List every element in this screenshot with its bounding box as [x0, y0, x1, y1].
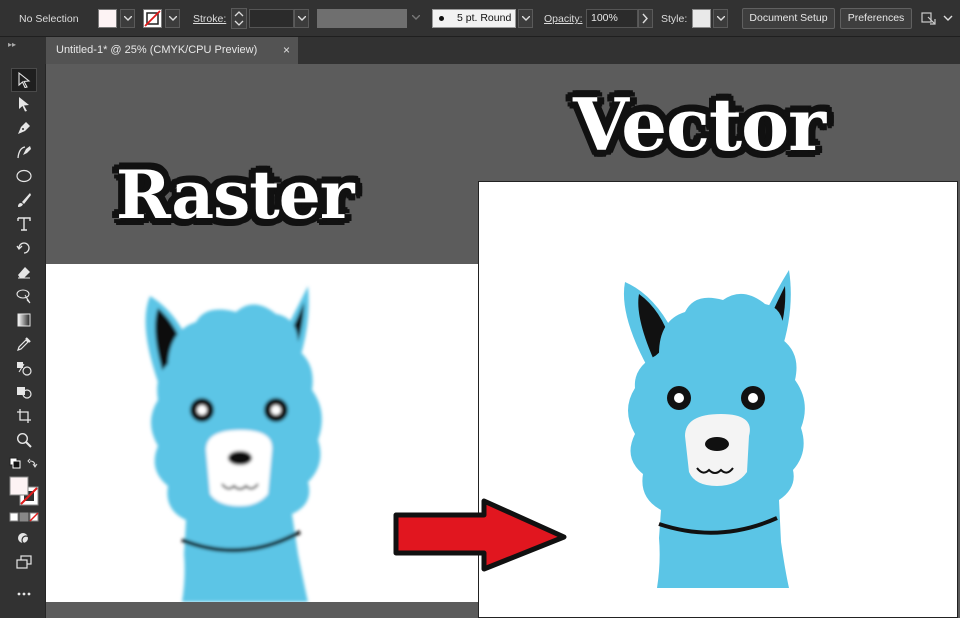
red-arrow-icon	[393, 498, 567, 572]
style-dropdown[interactable]	[713, 9, 728, 28]
pen-tool[interactable]	[11, 116, 37, 140]
stroke-swatch[interactable]	[143, 9, 162, 28]
zoom-tool[interactable]	[11, 428, 37, 452]
chevron-right-icon	[642, 13, 648, 24]
paintbrush-tool[interactable]	[11, 188, 37, 212]
brush-dropdown[interactable]	[518, 9, 533, 28]
pen-tool-icon	[18, 122, 30, 134]
direct-selection-tool-icon	[19, 97, 29, 112]
blend-tool-icon	[17, 362, 32, 376]
swap-fill-stroke-icon	[9, 457, 38, 469]
eyedropper-tool[interactable]	[11, 332, 37, 356]
stroke-weight-dropdown[interactable]	[294, 9, 309, 28]
type-tool-icon	[17, 217, 31, 231]
curvature-tool[interactable]	[11, 140, 37, 164]
eraser-tool[interactable]	[11, 260, 37, 284]
style-label: Style:	[661, 13, 688, 25]
gradient-tool-icon	[17, 313, 31, 327]
eraser-tool-icon	[18, 267, 30, 279]
canvas[interactable]: Raster Vector	[46, 64, 960, 618]
chevron-down-icon	[717, 16, 725, 21]
vector-title: Vector	[573, 82, 826, 167]
brush-definition[interactable]: 5 pt. Round	[432, 9, 516, 28]
more-icon	[17, 592, 31, 596]
type-tool[interactable]	[11, 212, 37, 236]
opacity-label[interactable]: Opacity:	[544, 13, 583, 25]
fill-stroke-indicator[interactable]	[9, 476, 39, 506]
artboard-tool[interactable]	[11, 404, 37, 428]
screen-mode-tool[interactable]	[11, 550, 37, 574]
tools-panel	[0, 64, 46, 618]
eyedropper-tool-icon	[17, 337, 31, 351]
opacity-slider-button[interactable]	[638, 9, 653, 28]
stroke-label: Stroke:	[193, 13, 227, 25]
chevron-down-icon	[124, 16, 132, 21]
fill-dropdown[interactable]	[120, 9, 135, 28]
arrange-documents-button[interactable]	[920, 9, 956, 28]
stroke-dropdown[interactable]	[165, 9, 180, 28]
chevron-down-icon	[412, 15, 420, 20]
ellipse-tool-icon	[16, 169, 32, 183]
drawing-mode-tool[interactable]	[11, 526, 37, 550]
panel-collapse-icon[interactable]: ▸▸	[8, 40, 16, 49]
selection-tool-icon	[18, 72, 31, 88]
zoom-tool-icon	[16, 432, 32, 448]
no-stroke-icon	[144, 10, 161, 27]
shape-builder-tool[interactable]	[11, 380, 37, 404]
stroke-weight-stepper[interactable]	[231, 8, 247, 29]
color-mode-buttons[interactable]	[9, 512, 39, 522]
chevron-down-icon	[298, 16, 306, 21]
fill-stroke-icon	[9, 476, 39, 506]
blend-tool[interactable]	[11, 356, 37, 380]
edit-toolbar-button[interactable]	[11, 582, 37, 606]
stepper-arrows-icon	[234, 11, 244, 26]
raster-title: Raster	[116, 156, 355, 234]
variable-width-dropdown[interactable]	[409, 9, 424, 28]
fill-swatch[interactable]	[98, 9, 117, 28]
ellipse-tool[interactable]	[11, 164, 37, 188]
selection-status: No Selection	[19, 13, 79, 25]
paintbrush-tool-icon	[18, 193, 31, 207]
width-tool[interactable]	[11, 284, 37, 308]
variable-width-profile[interactable]	[317, 9, 407, 28]
screen-mode-icon	[16, 555, 32, 569]
draw-inside-icon	[18, 533, 31, 545]
document-tab-title: Untitled-1* @ 25% (CMYK/CPU Preview)	[56, 44, 258, 56]
preferences-button[interactable]: Preferences	[840, 8, 912, 29]
rotate-tool-icon	[16, 242, 30, 254]
document-setup-button[interactable]: Document Setup	[742, 8, 835, 29]
brush-label: 5 pt. Round	[457, 12, 512, 24]
curvature-tool-icon	[17, 146, 31, 159]
chevron-down-icon	[169, 16, 177, 21]
artboard-tool-icon	[17, 409, 31, 423]
document-tab[interactable]: Untitled-1* @ 25% (CMYK/CPU Preview) ×	[46, 37, 298, 64]
opacity-input[interactable]: 100%	[586, 9, 638, 28]
arrange-icon	[921, 12, 953, 25]
control-bar: No Selection Stroke: 5 pt. Round Opacity…	[0, 0, 960, 37]
graphic-style-swatch[interactable]	[692, 9, 711, 28]
direct-selection-tool[interactable]	[11, 92, 37, 116]
shape-builder-tool-icon	[17, 387, 32, 399]
rotate-tool[interactable]	[11, 236, 37, 260]
selection-tool[interactable]	[11, 68, 37, 92]
width-tool-icon	[16, 289, 31, 304]
brush-dot-icon	[439, 16, 444, 21]
gradient-tool[interactable]	[11, 308, 37, 332]
default-fill-stroke[interactable]	[9, 457, 39, 471]
chevron-down-icon	[522, 16, 530, 21]
stroke-weight-input[interactable]	[249, 9, 294, 28]
color-gradient-none-icon	[9, 512, 39, 522]
close-icon[interactable]: ×	[283, 37, 290, 64]
